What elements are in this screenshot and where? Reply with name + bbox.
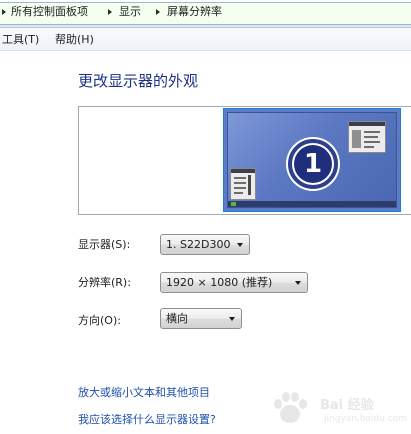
monitor-1-preview[interactable]: 1 [223, 108, 401, 212]
breadcrumb-separator-icon[interactable] [156, 9, 160, 15]
breadcrumb-item-screen-resolution[interactable]: 屏幕分辨率 [167, 5, 222, 19]
display-select-value: 1. S22D300 [166, 238, 231, 251]
orientation-select[interactable]: 横向 [160, 308, 242, 329]
address-bar: 所有控制面板项 显示 屏幕分辨率 [0, 0, 411, 28]
taskbar-thumbnail [228, 201, 396, 207]
page-title: 更改显示器的外观 [78, 72, 199, 90]
monitor-arrangement-panel: 1 [78, 106, 411, 215]
orientation-select-value: 横向 [166, 312, 188, 325]
breadcrumb-item-all-control-panel[interactable]: 所有控制面板项 [11, 5, 88, 19]
text-size-link[interactable]: 放大或缩小文本和其他项目 [78, 386, 210, 400]
display-select[interactable]: 1. S22D300 [160, 234, 250, 255]
display-label: 显示器(S): [78, 238, 131, 251]
menu-help[interactable]: 帮助(H) [55, 33, 94, 47]
start-button-icon [231, 202, 236, 206]
breadcrumb-separator-icon[interactable] [108, 9, 112, 15]
baidu-watermark: Bai 经验 jingyan.baidu.com [270, 390, 410, 430]
monitor-number: 1 [294, 145, 332, 183]
orientation-label: 方向(O): [78, 314, 121, 327]
chevron-down-icon [295, 281, 301, 285]
watermark-brand: Bai 经验 [320, 398, 374, 413]
display-settings-help-link[interactable]: 我应该选择什么显示器设置? [78, 413, 216, 427]
menu-bar: 工具(T) 帮助(H) [0, 28, 411, 51]
window-thumbnail-icon [348, 121, 386, 153]
breadcrumb-separator-icon[interactable] [2, 9, 6, 15]
chevron-down-icon [237, 243, 243, 247]
menu-tools[interactable]: 工具(T) [2, 33, 39, 47]
breadcrumb-item-display[interactable]: 显示 [119, 5, 141, 19]
window-thumbnail-icon [230, 168, 256, 200]
desktop-thumbnail: 1 [227, 112, 397, 208]
paw-icon [274, 392, 307, 423]
resolution-label: 分辨率(R): [78, 276, 131, 289]
watermark-url: jingyan.baidu.com [324, 414, 408, 424]
resolution-select-value: 1920 × 1080 (推荐) [166, 276, 273, 289]
chevron-down-icon [229, 317, 235, 321]
monitor-number-badge: 1 [288, 139, 338, 189]
resolution-select[interactable]: 1920 × 1080 (推荐) [160, 272, 308, 293]
